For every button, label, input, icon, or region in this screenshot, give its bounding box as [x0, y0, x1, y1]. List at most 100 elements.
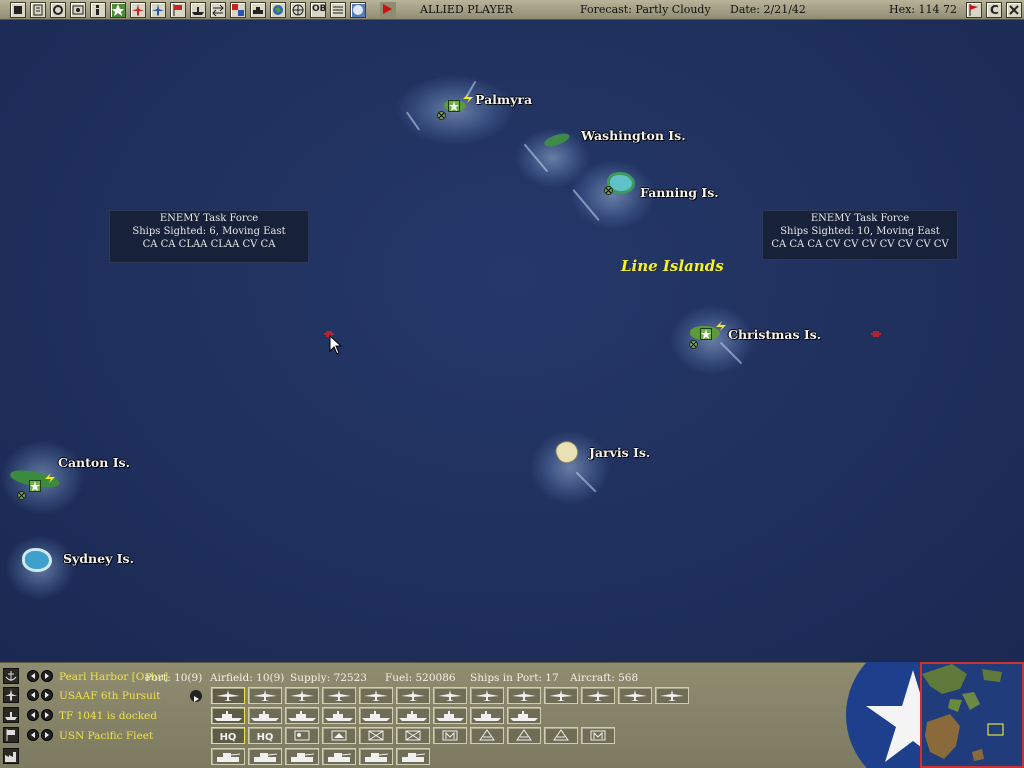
ship-type-icon[interactable]	[470, 707, 504, 724]
report-icon[interactable]	[30, 2, 46, 18]
bases-icon[interactable]	[270, 2, 286, 18]
ship-type-icon[interactable]	[507, 707, 541, 724]
ship-icon[interactable]	[3, 707, 19, 723]
next-arrow-icon[interactable]	[41, 689, 53, 701]
aircraft-type-icon[interactable]	[655, 687, 689, 704]
island-label-washington[interactable]: Washington Is.	[581, 128, 686, 143]
aircraft-type-icon[interactable]	[507, 687, 541, 704]
ship-type-icon[interactable]	[433, 707, 467, 724]
port-icon[interactable]	[17, 491, 26, 500]
next-arrow-icon[interactable]	[41, 709, 53, 721]
port-icon[interactable]	[604, 186, 613, 195]
ship-type-icon[interactable]	[322, 707, 356, 724]
airfield-icon[interactable]	[110, 2, 126, 18]
command-type-icon[interactable]: HQ	[248, 727, 282, 744]
flag-icon[interactable]	[3, 727, 19, 743]
close-icon[interactable]	[1006, 2, 1022, 18]
aircraft-icon[interactable]	[130, 2, 146, 18]
strategic-map[interactable]: Palmyra Washington Is. Fanning Is. Line …	[0, 20, 1024, 662]
ground-unit-type-icon[interactable]	[359, 748, 393, 765]
prev-arrow-icon[interactable]	[27, 709, 39, 721]
aircraft-type-icon[interactable]	[470, 687, 504, 704]
aircraft-type-icon[interactable]	[359, 687, 393, 704]
enemy-task-force-popup[interactable]: ENEMY Task Force Ships Sighted: 6, Movin…	[109, 210, 309, 263]
enemy-task-force-popup[interactable]: ENEMY Task Force Ships Sighted: 10, Movi…	[762, 210, 958, 260]
island-label-canton[interactable]: Canton Is.	[58, 455, 130, 470]
command-type-icon[interactable]	[359, 727, 393, 744]
command-name[interactable]: USN Pacific Fleet	[59, 730, 153, 742]
play-icon[interactable]	[190, 690, 202, 702]
command-type-icon[interactable]	[470, 727, 504, 744]
aircraft-type-icon[interactable]	[544, 687, 578, 704]
command-type-icon[interactable]	[433, 727, 467, 744]
ground-unit-type-icon[interactable]	[396, 748, 430, 765]
ground-unit-type-icon[interactable]	[248, 748, 282, 765]
ship-icon[interactable]	[190, 2, 206, 18]
airfield-base-icon[interactable]	[29, 480, 41, 492]
list-icon[interactable]	[330, 2, 346, 18]
island-label-palmyra[interactable]: Palmyra	[475, 92, 532, 107]
task-force-name[interactable]: TF 1041 is docked	[59, 710, 157, 722]
airfield-base-icon[interactable]	[700, 328, 712, 340]
ground-unit-type-icon[interactable]	[322, 748, 356, 765]
port-icon[interactable]	[689, 340, 698, 349]
ground-unit-type-icon[interactable]	[211, 748, 245, 765]
aircraft-type-icon[interactable]	[396, 687, 430, 704]
aircraft-type-icon[interactable]	[285, 687, 319, 704]
prev-arrow-icon[interactable]	[27, 689, 39, 701]
island-label-christmas[interactable]: Christmas Is.	[728, 327, 821, 342]
airfield-stat: Airfield: 10(9)	[210, 672, 285, 684]
aircraft-type-icon[interactable]	[581, 687, 615, 704]
end-turn-icon[interactable]	[10, 2, 26, 18]
factory-icon[interactable]	[3, 748, 19, 764]
island-label-jarvis[interactable]: Jarvis Is.	[589, 445, 650, 460]
aircraft-icon[interactable]	[3, 687, 19, 703]
mission-icon[interactable]	[230, 2, 246, 18]
end-turn-play-icon[interactable]	[380, 2, 396, 18]
sydney-lagoon	[22, 548, 52, 572]
command-type-icon[interactable]: HQ	[211, 727, 245, 744]
air-mission-icon[interactable]	[150, 2, 166, 18]
command-type-icon[interactable]	[544, 727, 578, 744]
port-icon[interactable]	[437, 111, 446, 120]
command-type-icon[interactable]	[322, 727, 356, 744]
top-toolbar: OB ALLIED PLAYER Forecast: Partly Cloudy…	[0, 0, 1024, 20]
intelligence-icon[interactable]	[50, 2, 66, 18]
command-type-icon[interactable]	[507, 727, 541, 744]
island-label-sydney[interactable]: Sydney Is.	[63, 551, 134, 566]
flag-icon[interactable]	[170, 2, 186, 18]
command-type-icon[interactable]	[285, 727, 319, 744]
dial-icon[interactable]	[350, 2, 366, 18]
aircraft-type-icon[interactable]	[618, 687, 652, 704]
aircraft-type-icon[interactable]	[211, 687, 245, 704]
operations-icon[interactable]	[70, 2, 86, 18]
globe-icon[interactable]	[290, 2, 306, 18]
minimap[interactable]	[920, 662, 1024, 768]
swap-icon[interactable]	[210, 2, 226, 18]
ship-type-icon[interactable]	[359, 707, 393, 724]
next-arrow-icon[interactable]	[41, 670, 53, 682]
ground-icon[interactable]	[250, 2, 266, 18]
aircraft-type-icon[interactable]	[433, 687, 467, 704]
command-type-icon[interactable]	[581, 727, 615, 744]
ob-icon[interactable]: OB	[310, 2, 327, 18]
airfield-base-icon[interactable]	[448, 100, 460, 112]
ship-type-icon[interactable]	[396, 707, 430, 724]
info-icon[interactable]	[90, 2, 106, 18]
aircraft-type-icon[interactable]	[322, 687, 356, 704]
ship-type-icon[interactable]	[211, 707, 245, 724]
ship-type-icon[interactable]	[248, 707, 282, 724]
enemy-task-force-marker[interactable]	[871, 331, 881, 337]
c-icon[interactable]: C	[986, 2, 1002, 18]
command-type-icon[interactable]	[396, 727, 430, 744]
ship-type-icon[interactable]	[285, 707, 319, 724]
air-unit-name[interactable]: USAAF 6th Pursuit	[59, 690, 160, 702]
flag-red-icon[interactable]	[966, 2, 982, 18]
prev-arrow-icon[interactable]	[27, 729, 39, 741]
anchor-icon[interactable]	[3, 668, 19, 684]
aircraft-type-icon[interactable]	[248, 687, 282, 704]
ground-unit-type-icon[interactable]	[285, 748, 319, 765]
island-label-fanning[interactable]: Fanning Is.	[640, 185, 719, 200]
next-arrow-icon[interactable]	[41, 729, 53, 741]
prev-arrow-icon[interactable]	[27, 670, 39, 682]
